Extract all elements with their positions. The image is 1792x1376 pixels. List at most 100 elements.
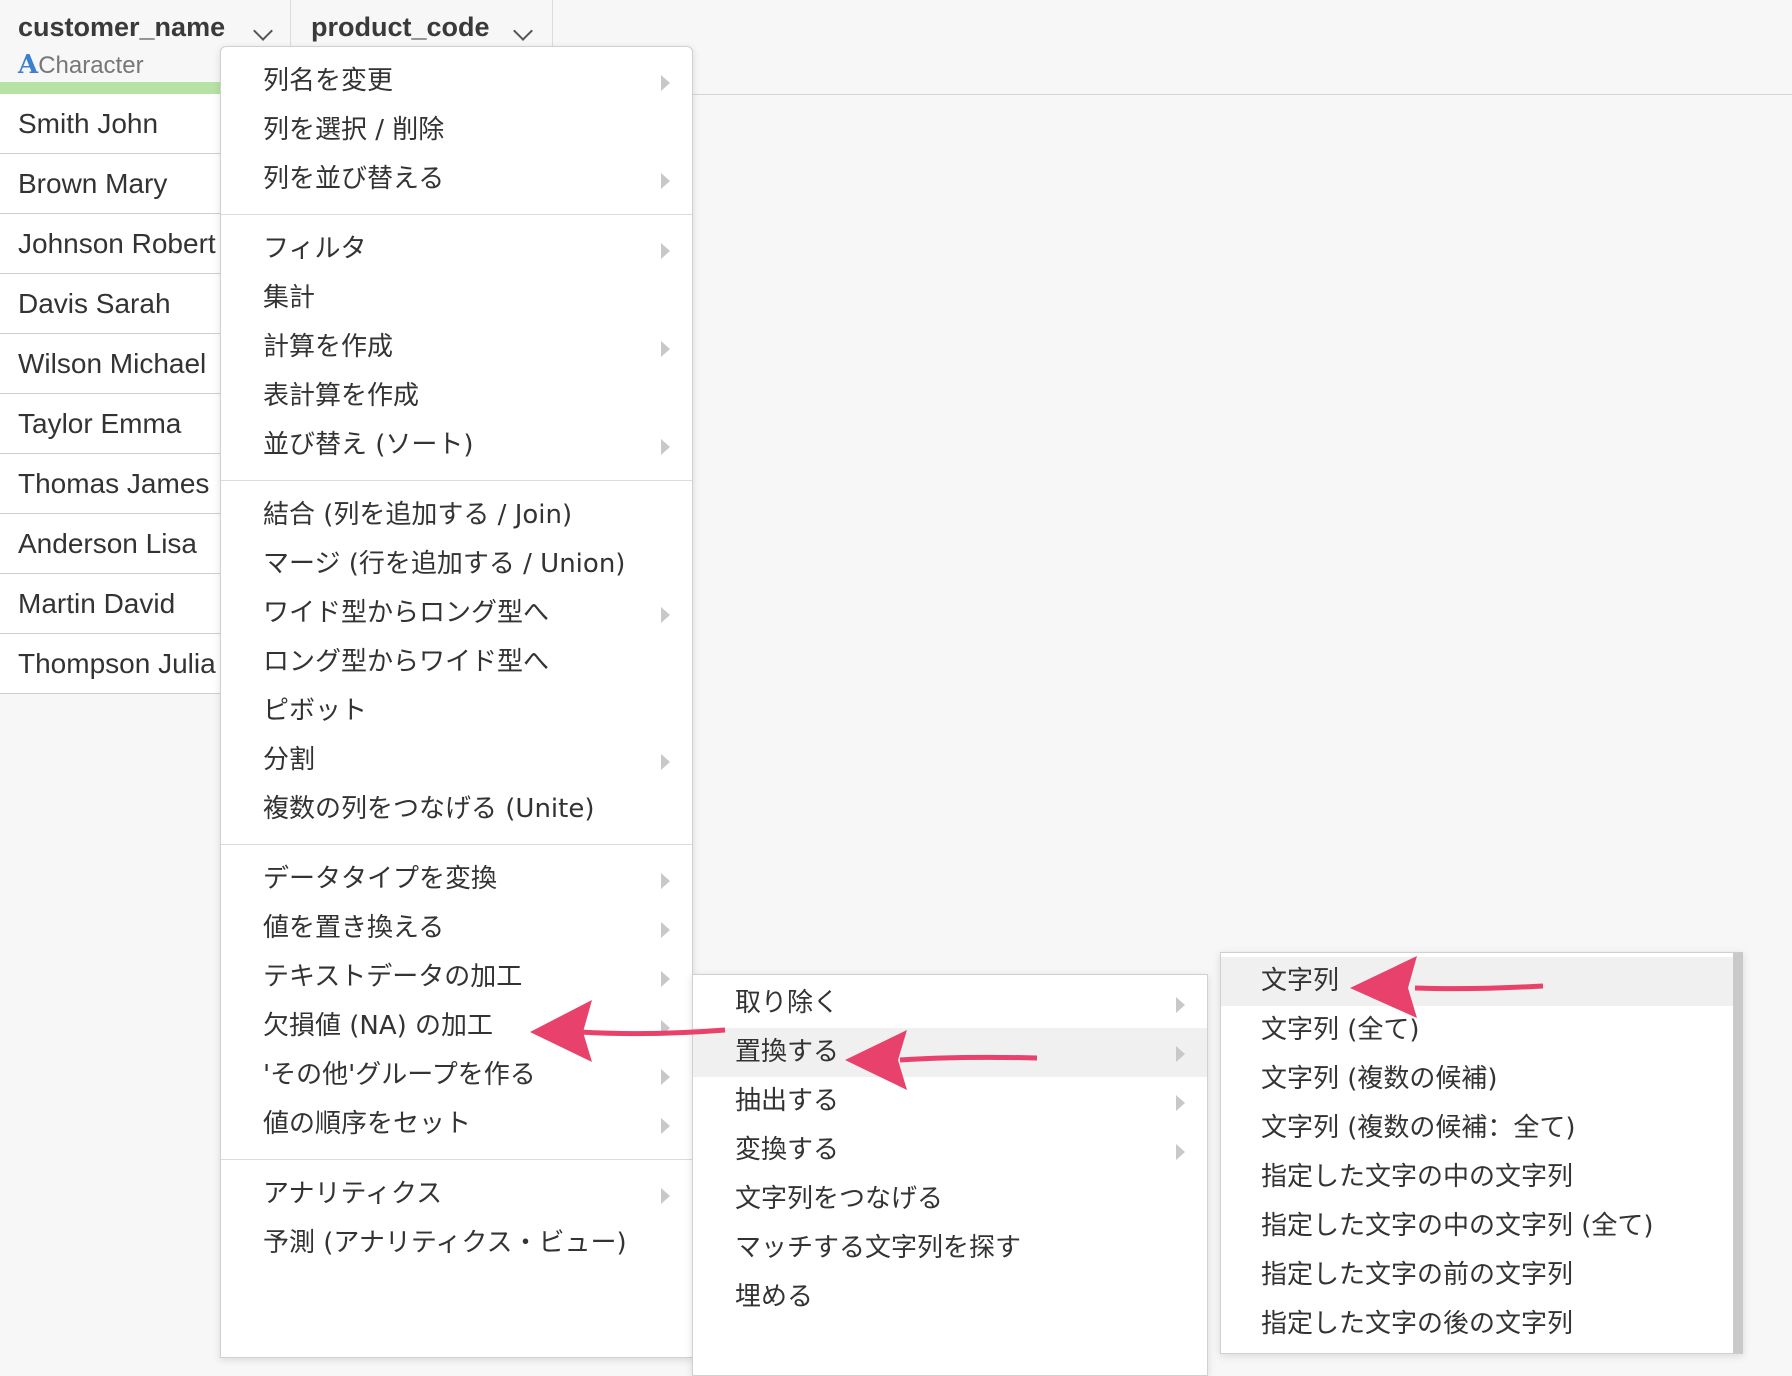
menu-section: 列名を変更列を選択 / 削除列を並び替える [221, 47, 692, 215]
menu-item[interactable]: 予測 (アナリティクス・ビュー) [221, 1219, 692, 1268]
menu-item[interactable]: 集計 [221, 274, 692, 323]
menu-item[interactable]: 列を選択 / 削除 [221, 106, 692, 155]
table-row[interactable]: Smith John [0, 94, 222, 154]
submenu-arrow-icon [661, 75, 670, 91]
menu-item[interactable]: 文字列 (複数の候補) [1221, 1055, 1733, 1104]
menu-item[interactable]: 表計算を作成 [221, 372, 692, 421]
submenu-arrow-icon [661, 1188, 670, 1204]
menu-item-label: テキストデータの加工 [263, 962, 523, 992]
submenu-arrow-icon [661, 1069, 670, 1085]
menu-item-label: ロング型からワイド型へ [263, 647, 550, 677]
chevron-down-icon[interactable] [513, 21, 533, 41]
table-row[interactable]: Taylor Emma [0, 394, 222, 454]
menu-item-label: 文字列 [1261, 966, 1340, 996]
menu-item-label: 指定した文字の中の文字列 (全て) [1261, 1211, 1654, 1241]
menu-item-label: 文字列 (複数の候補) [1261, 1064, 1498, 1094]
menu-item[interactable]: 文字列 (全て) [1221, 1006, 1733, 1055]
menu-item-label: データタイプを変換 [263, 864, 498, 894]
menu-item[interactable]: 文字列 [1221, 957, 1733, 1006]
menu-item-label: 列を選択 / 削除 [263, 115, 445, 145]
table-row[interactable]: Wilson Michael [0, 334, 222, 394]
submenu-arrow-icon [1176, 1046, 1185, 1062]
menu-item[interactable]: フィルタ [221, 225, 692, 274]
menu-item[interactable]: ワイド型からロング型へ [221, 589, 692, 638]
menu-item-label: 並び替え (ソート) [263, 430, 474, 460]
menu-item[interactable]: 結合 (列を追加する / Join) [221, 491, 692, 540]
menu-item[interactable]: 複数の列をつなげる (Unite) [221, 785, 692, 834]
menu-item[interactable]: 並び替え (ソート) [221, 421, 692, 470]
menu-item-label: 集計 [263, 283, 316, 313]
table-rows: Smith John Brown Mary Johnson Robert Davis … [0, 94, 222, 694]
menu-item[interactable]: 計算を作成 [221, 323, 692, 372]
submenu-arrow-icon [1176, 1144, 1185, 1160]
menu-item[interactable]: 指定した文字の前の文字列 [1221, 1251, 1733, 1300]
menu-item[interactable]: 文字列をつなげる [693, 1175, 1207, 1224]
character-type-icon: A [18, 50, 39, 80]
submenu-arrow-icon [661, 341, 670, 357]
menu-item-label: 列名を変更 [263, 66, 394, 96]
menu-item-label: 複数の列をつなげる (Unite) [263, 794, 595, 824]
menu-item[interactable]: 値の順序をセット [221, 1100, 692, 1149]
table-row[interactable]: Thomas James [0, 454, 222, 514]
menu-item[interactable]: 置換する [693, 1028, 1207, 1077]
menu-item[interactable]: 抽出する [693, 1077, 1207, 1126]
menu-section: フィルタ集計計算を作成 表計算を作成並び替え (ソート) [221, 215, 692, 481]
menu-item[interactable]: テキストデータの加工 [221, 953, 692, 1002]
submenu-arrow-icon [1176, 997, 1185, 1013]
submenu-arrow-icon [661, 607, 670, 623]
menu-item[interactable]: 指定した文字の中の文字列 [1221, 1153, 1733, 1202]
menu-item[interactable]: 分割 [221, 736, 692, 785]
menu-item[interactable]: データタイプを変換 [221, 855, 692, 904]
table-row[interactable]: Davis Sarah [0, 274, 222, 334]
menu-item[interactable]: アナリティクス [221, 1170, 692, 1219]
menu-item-label: 文字列 (複数の候補：全て) [1261, 1113, 1576, 1143]
menu-item[interactable]: 欠損値 (NA) の加工 [221, 1002, 692, 1051]
submenu-arrow-icon [661, 1118, 670, 1134]
submenu-arrow-icon [1176, 1095, 1185, 1111]
menu-item[interactable]: 変換する [693, 1126, 1207, 1175]
menu-item-label: 指定した文字の前の文字列 [1261, 1260, 1574, 1290]
menu-item-label: フィルタ [263, 234, 367, 264]
menu-item[interactable]: 'その他'グループを作る [221, 1051, 692, 1100]
menu-item-label: 指定した文字の後の文字列 [1261, 1309, 1574, 1339]
menu-item-label: 値を置き換える [263, 913, 445, 943]
menu-item-label: マージ (行を追加する / Union) [263, 549, 626, 579]
menu-item[interactable]: 埋める [693, 1273, 1207, 1322]
menu-item[interactable]: ピボット [221, 687, 692, 736]
text-processing-submenu: 取り除く 置換する 抽出する変換する文字列をつなげるマッチする文字列を探す埋める [692, 974, 1208, 1376]
submenu-arrow-icon [661, 243, 670, 259]
menu-section: 結合 (列を追加する / Join) マージ (行を追加する / Union) ワイ… [221, 481, 692, 845]
column-context-menu: 列名を変更列を選択 / 削除列を並び替えるフィルタ集計計算を作成 表計算を作成並び… [220, 46, 693, 1358]
menu-item[interactable]: 列名を変更 [221, 57, 692, 106]
table-row[interactable]: Martin David [0, 574, 222, 634]
menu-item[interactable]: マージ (行を追加する / Union) [221, 540, 692, 589]
menu-item-label: 欠損値 (NA) の加工 [263, 1011, 494, 1041]
menu-item[interactable]: 指定した文字の中の文字列 (全て) [1221, 1202, 1733, 1251]
chevron-down-icon[interactable] [253, 21, 273, 41]
menu-item-label: 文字列をつなげる [735, 1184, 944, 1214]
menu-section: 文字列文字列 (全て) 文字列 (複数の候補) 文字列 (複数の候補：全て) 指定した… [1221, 953, 1733, 1353]
menu-item-label: 指定した文字の中の文字列 [1261, 1162, 1574, 1192]
menu-item-label: マッチする文字列を探す [735, 1233, 1022, 1263]
menu-item-label: 分割 [263, 745, 316, 775]
menu-item-label: アナリティクス [263, 1179, 443, 1209]
menu-item[interactable]: マッチする文字列を探す [693, 1224, 1207, 1273]
table-row[interactable]: Brown Mary [0, 154, 222, 214]
submenu-arrow-icon [661, 754, 670, 770]
table-row[interactable]: Thompson Julia [0, 634, 222, 694]
menu-section: アナリティクス予測 (アナリティクス・ビュー) [221, 1160, 692, 1278]
menu-item[interactable]: 値を置き換える [221, 904, 692, 953]
menu-item-label: 変換する [735, 1135, 840, 1165]
menu-item-label: 'その他'グループを作る [263, 1060, 536, 1090]
menu-section: 取り除く 置換する 抽出する変換する文字列をつなげるマッチする文字列を探す埋める [693, 975, 1207, 1326]
table-row[interactable]: Anderson Lisa [0, 514, 222, 574]
table-row[interactable]: Johnson Robert [0, 214, 222, 274]
menu-item[interactable]: ロング型からワイド型へ [221, 638, 692, 687]
column-type: ACharacter [18, 50, 144, 80]
menu-item-label: 結合 (列を追加する / Join) [263, 500, 573, 530]
submenu-arrow-icon [661, 173, 670, 189]
menu-item[interactable]: 列を並び替える [221, 155, 692, 204]
menu-item[interactable]: 取り除く [693, 979, 1207, 1028]
submenu-arrow-icon [661, 439, 670, 455]
menu-item[interactable]: 文字列 (複数の候補：全て) [1221, 1104, 1733, 1153]
